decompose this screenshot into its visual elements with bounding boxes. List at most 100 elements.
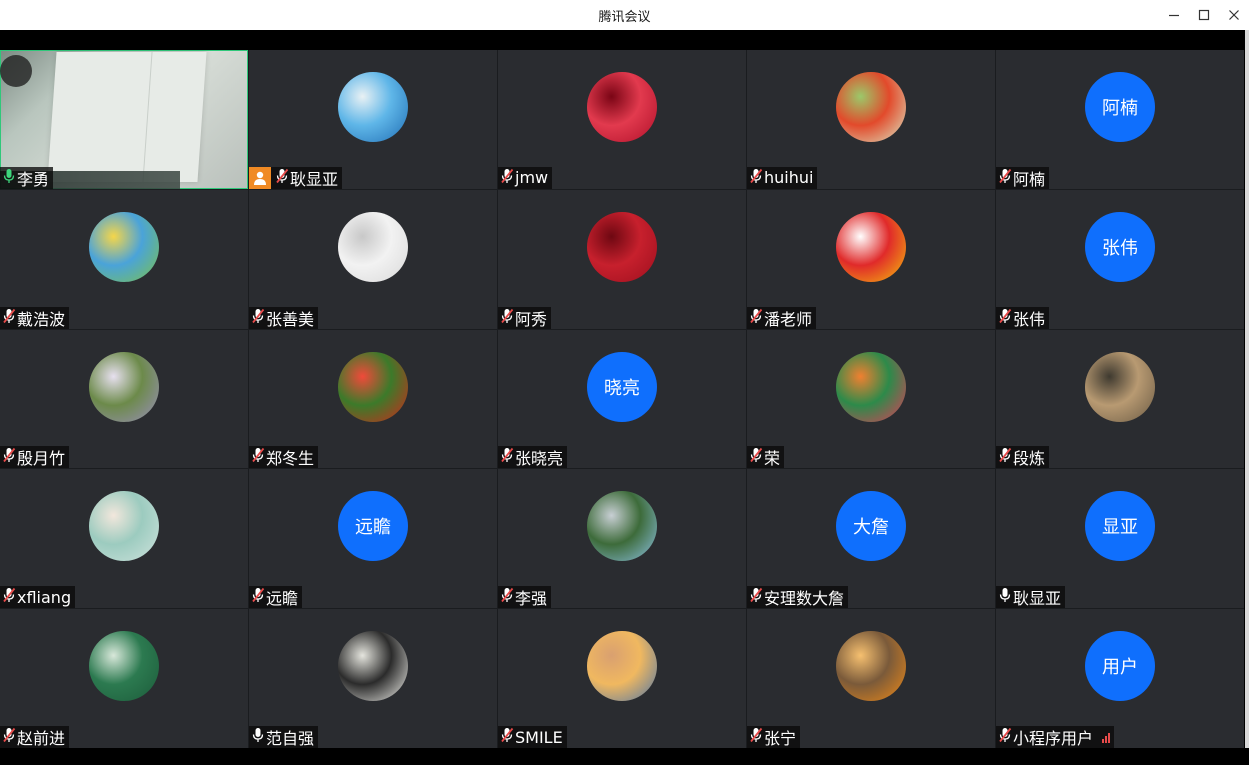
participant-tile[interactable]: 晓亮 张晓亮 [498, 329, 746, 469]
participant-name-label: 李强 [498, 586, 552, 609]
participant-name: 耿显亚 [1013, 589, 1062, 609]
participant-name: SMILE [515, 727, 563, 747]
participant-name: 耿显亚 [290, 169, 339, 189]
mic-muted-icon [998, 447, 1012, 467]
participant-name-label: 范自强 [249, 726, 319, 748]
participant-name: 阿秀 [515, 309, 548, 329]
participant-name: 李勇 [17, 169, 50, 189]
participant-tile[interactable]: huihui [747, 50, 995, 189]
mic-muted-icon [251, 447, 265, 467]
pig-sketch-avatar [338, 631, 408, 702]
participant-tile[interactable]: 荣 [747, 329, 995, 469]
participant-name-label: 张善美 [249, 306, 319, 329]
participant-tile[interactable]: 范自强 [249, 609, 497, 748]
baby-photo-avatar [89, 491, 159, 562]
mic-muted-icon [2, 587, 16, 607]
participant-name-label: 戴浩波 [0, 306, 70, 329]
mic-muted-icon [749, 727, 763, 747]
participant-name: 戴浩波 [17, 309, 66, 329]
participant-name-label: 阿秀 [498, 306, 552, 329]
participant-name: 范自强 [266, 729, 315, 748]
participant-name-label: 耿显亚 [996, 586, 1066, 609]
participant-tile[interactable]: 张善美 [249, 189, 497, 329]
close-button[interactable] [1219, 0, 1249, 30]
participant-tile[interactable]: SMILE [498, 609, 746, 748]
participant-tile[interactable]: 殷月竹 [0, 329, 248, 469]
avatar-initials: 阿楠 [1102, 98, 1138, 119]
participant-tile[interactable]: 显亚耿显亚 [996, 469, 1244, 609]
camera-feed [47, 52, 207, 182]
cherries-photo-avatar [338, 351, 408, 422]
participant-name: 阿楠 [1013, 169, 1046, 189]
participant-avatar-initials: 远瞻 [338, 491, 408, 562]
mic-muted-icon [749, 168, 763, 188]
avatar-initials: 晓亮 [604, 377, 640, 399]
participant-name-label: 安理数大詹 [747, 586, 849, 609]
participant-avatar-initials: 用户 [1085, 631, 1155, 702]
participant-name-label: 阿楠 [996, 166, 1050, 189]
participant-tile[interactable]: 耿显亚 [249, 50, 497, 189]
participant-tile[interactable]: 阿楠 阿楠 [996, 50, 1244, 189]
participant-name: 赵前进 [17, 729, 66, 748]
participant-name-label: 李勇 [0, 166, 54, 189]
avatar-initials: 显亚 [1102, 517, 1138, 539]
participant-name: 潘老师 [764, 309, 813, 329]
participant-avatar-initials: 晓亮 [587, 351, 657, 422]
avatar-initials: 用户 [1102, 657, 1138, 679]
participant-tile[interactable]: 段炼 [996, 329, 1244, 469]
mic-muted-icon [749, 308, 763, 328]
participant-tile[interactable]: 阿秀 [498, 189, 746, 329]
participant-name: 殷月竹 [17, 449, 66, 469]
mic-muted-icon [998, 727, 1012, 747]
participant-tile[interactable]: 张伟 张伟 [996, 189, 1244, 329]
mountain-pine-photo-avatar [587, 491, 657, 562]
close-icon [1229, 10, 1239, 20]
mic-muted-icon [500, 308, 514, 328]
participant-name-label: jmw [498, 166, 553, 189]
participant-tile[interactable]: 戴浩波 [0, 189, 248, 329]
participant-tile[interactable]: jmw [498, 50, 746, 189]
participant-tile[interactable]: 张宁 [747, 609, 995, 748]
participant-name-label: xfliang [0, 586, 76, 609]
participant-tile[interactable]: 赵前进 [0, 609, 248, 748]
mic-muted-icon [500, 727, 514, 747]
red-calligraphy-avatar [587, 211, 657, 282]
window-controls [1159, 0, 1249, 30]
participant-name-label: 张伟 [996, 306, 1050, 329]
participant-name: 张伟 [1013, 309, 1046, 329]
mic-muted-icon [2, 727, 16, 747]
bottom-strip [0, 748, 1249, 765]
participant-tile[interactable]: 李强 [498, 469, 746, 609]
participant-tile[interactable]: 远瞻 远瞻 [249, 469, 497, 609]
participant-tile[interactable]: 李勇 [0, 50, 248, 189]
participant-tile[interactable]: 郑冬生 [249, 329, 497, 469]
mic-muted-icon [749, 587, 763, 607]
window-edge [1245, 30, 1249, 765]
mic-muted-icon [251, 308, 265, 328]
maximize-button[interactable] [1189, 0, 1219, 30]
participant-name-label: 郑冬生 [249, 446, 319, 469]
participant-name-label: 远瞻 [249, 586, 303, 609]
minimize-button[interactable] [1159, 0, 1189, 30]
participant-tile[interactable]: 潘老师 [747, 189, 995, 329]
participant-tile[interactable]: 用户 小程序用户 [996, 609, 1244, 748]
mic-muted-icon [251, 587, 265, 607]
participant-name: jmw [515, 168, 549, 188]
mic-icon [998, 587, 1012, 607]
orange-sunset-photo-avatar [836, 631, 906, 702]
participant-avatar-initials: 显亚 [1085, 491, 1155, 562]
participant-tile[interactable]: 大詹 安理数大詹 [747, 469, 995, 609]
mic-muted-icon [275, 168, 289, 188]
participant-tile[interactable]: xfliang [0, 469, 248, 609]
participant-name: 段炼 [1013, 449, 1046, 469]
participant-name-label: 赵前进 [0, 726, 70, 748]
maximize-icon [1198, 9, 1210, 21]
mic-muted-icon [749, 447, 763, 467]
mic-muted-icon [2, 308, 16, 328]
participant-name: 郑冬生 [266, 449, 315, 469]
participant-avatar-initials: 阿楠 [1085, 72, 1155, 142]
participant-name: xfliang [17, 587, 72, 607]
participant-name: 安理数大詹 [764, 589, 845, 609]
participant-name: 李强 [515, 589, 548, 609]
participant-name-label: 段炼 [996, 446, 1050, 469]
